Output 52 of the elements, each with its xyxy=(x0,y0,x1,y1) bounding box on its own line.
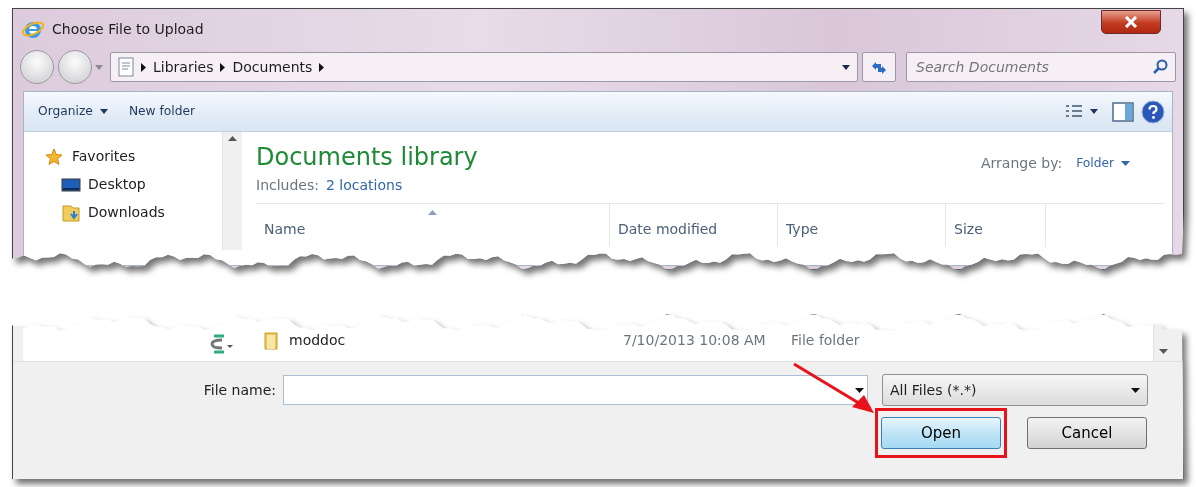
file-type-dropdown[interactable]: All Files (*.*) xyxy=(882,374,1148,406)
forward-button[interactable] xyxy=(57,50,92,84)
chevron-icon[interactable] xyxy=(220,62,226,72)
library-icon xyxy=(118,57,134,77)
refresh-button[interactable] xyxy=(861,52,896,82)
column-header[interactable]: Date modified xyxy=(610,204,778,247)
folder-icon xyxy=(61,203,81,222)
search-icon xyxy=(1152,59,1168,75)
nav-item[interactable]: Downloads xyxy=(45,202,222,223)
history-caret-icon[interactable] xyxy=(95,64,103,70)
nav-item[interactable]: Favorites xyxy=(45,146,222,167)
back-button[interactable] xyxy=(20,50,54,84)
file-name-field[interactable] xyxy=(283,375,868,405)
file-name-label: File name: xyxy=(202,380,277,400)
help-icon[interactable] xyxy=(1141,99,1165,124)
scroll-up-icon xyxy=(228,135,237,141)
toolbar-button[interactable]: New folder xyxy=(121,98,203,125)
search-input[interactable]: Search Documents xyxy=(914,55,1152,79)
arrange-label: Arrange by: xyxy=(981,154,1063,173)
monitor-icon xyxy=(61,175,81,194)
caret-icon xyxy=(1090,109,1098,114)
preview-pane-icon[interactable] xyxy=(1112,101,1134,122)
arrange-dropdown[interactable]: Folder xyxy=(1076,154,1130,173)
close-icon xyxy=(1124,16,1138,28)
scrollbar[interactable] xyxy=(222,132,242,250)
list-view-icon xyxy=(1065,103,1083,120)
library-title: Documents library xyxy=(256,142,479,173)
window-title: Choose File to Upload xyxy=(52,19,205,39)
dropdown-caret-icon xyxy=(854,387,864,393)
nav-item[interactable]: Desktop xyxy=(45,174,222,195)
chevron-icon[interactable] xyxy=(141,62,146,72)
dialog-button[interactable]: Open xyxy=(881,417,1001,449)
column-header[interactable]: Type xyxy=(778,204,946,247)
column-header[interactable]: Name xyxy=(256,204,610,247)
address-bar[interactable]: Libraries Documents xyxy=(110,52,858,82)
caret-icon xyxy=(1131,387,1140,393)
sort-arrow-icon xyxy=(428,210,437,215)
breadcrumb-link[interactable]: Documents xyxy=(232,56,313,78)
chevron-icon[interactable] xyxy=(319,62,325,72)
caret-icon xyxy=(1121,161,1130,166)
organize-menu[interactable]: Organize xyxy=(31,98,115,125)
dialog-button[interactable]: Cancel xyxy=(1027,417,1147,449)
search-field[interactable]: Search Documents xyxy=(906,52,1176,82)
dropdown-caret-icon[interactable] xyxy=(842,64,850,70)
breadcrumb-link[interactable]: Libraries xyxy=(153,56,214,78)
includes-label: Includes: xyxy=(256,176,319,195)
scroll-down-icon xyxy=(1159,349,1168,354)
caret-icon xyxy=(99,109,108,114)
locations-link[interactable]: 2 locations xyxy=(326,175,403,196)
star-icon xyxy=(45,147,65,166)
close-button[interactable] xyxy=(1101,10,1161,34)
column-header[interactable]: Size xyxy=(946,204,1046,247)
